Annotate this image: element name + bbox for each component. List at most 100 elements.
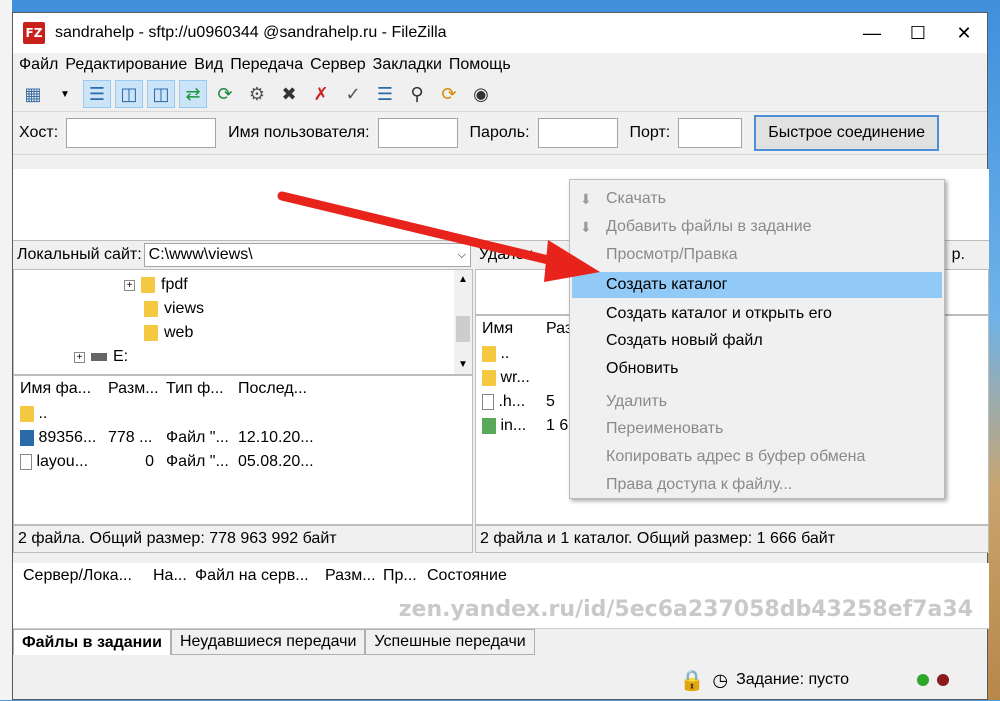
- toggle-remote-tree-icon[interactable]: ◫: [147, 80, 175, 108]
- menu-item: Копировать адрес в буфер обмена: [572, 444, 942, 470]
- menu-item-label: Обновить: [606, 360, 679, 377]
- menu-item: Просмотр/Правка: [572, 242, 942, 268]
- column-modified[interactable]: Послед...: [232, 380, 322, 398]
- search-icon[interactable]: ⚲: [403, 80, 431, 108]
- refresh-icon[interactable]: ⟳: [211, 80, 239, 108]
- title-bar[interactable]: FZ sandrahelp - sftp://u0960344 @sandrah…: [13, 13, 987, 53]
- menu-item: ⬇ Добавить файлы в задание: [572, 214, 942, 240]
- menu-server[interactable]: Сервер: [310, 56, 365, 74]
- menu-bookmarks[interactable]: Закладки: [373, 56, 442, 74]
- tree-item-drive-e[interactable]: + E:: [74, 346, 128, 368]
- scroll-down-icon[interactable]: ▼: [454, 359, 472, 370]
- file-type: Файл "...: [166, 429, 229, 446]
- menu-file[interactable]: Файл: [19, 56, 58, 74]
- process-queue-icon[interactable]: ⚙: [243, 80, 271, 108]
- menu-item: Переименовать: [572, 416, 942, 442]
- menu-item[interactable]: Обновить: [572, 356, 942, 382]
- remote-site-label: Удален: [479, 246, 534, 263]
- column-type[interactable]: Тип ф...: [160, 380, 232, 398]
- sync-browsing-icon[interactable]: ⟳: [435, 80, 463, 108]
- port-input[interactable]: [678, 118, 743, 148]
- scroll-up-icon[interactable]: ▲: [454, 274, 472, 285]
- filezilla-window: FZ sandrahelp - sftp://u0960344 @sandrah…: [12, 12, 989, 701]
- column-size[interactable]: Разм...: [319, 567, 377, 585]
- site-manager-icon[interactable]: ▦: [19, 80, 47, 108]
- close-button[interactable]: ✕: [941, 13, 987, 53]
- dropdown-arrow-icon[interactable]: ▼: [51, 80, 79, 108]
- file-name: 89356...: [38, 429, 97, 446]
- desktop-left-edge: [0, 0, 12, 700]
- host-label: Хост:: [19, 124, 59, 141]
- toggle-queue-icon[interactable]: ⇄: [179, 80, 207, 108]
- tab-successful-transfers[interactable]: Успешные передачи: [365, 629, 535, 655]
- quickconnect-button[interactable]: Быстрое соединение: [754, 115, 940, 151]
- file-name: in...: [500, 417, 527, 434]
- menu-item-label: Создать каталог: [606, 276, 728, 293]
- scrollbar-thumb[interactable]: [456, 316, 470, 342]
- local-pane: Локальный сайт: C:\www\views\ ⌵ + fpdf v…: [13, 241, 473, 553]
- local-path-combo[interactable]: C:\www\views\ ⌵: [143, 243, 471, 267]
- tab-queued-files[interactable]: Файлы в задании: [13, 629, 171, 655]
- menu-help[interactable]: Помощь: [449, 56, 511, 74]
- table-row[interactable]: layou... 0 Файл "... 05.08.20...: [14, 450, 472, 474]
- column-status[interactable]: Состояние: [421, 567, 531, 585]
- column-name[interactable]: Имя: [476, 320, 540, 338]
- username-input[interactable]: [377, 118, 458, 148]
- binoculars-icon[interactable]: ◉: [467, 80, 495, 108]
- table-row[interactable]: ..: [14, 402, 472, 426]
- disconnect-icon[interactable]: ✗: [307, 80, 335, 108]
- expand-icon[interactable]: +: [74, 351, 85, 363]
- local-tree-scrollbar[interactable]: ▲ ▼: [454, 270, 472, 374]
- tree-item-views[interactable]: views: [144, 298, 204, 320]
- queue-header: Сервер/Лока... На... Файл на серв... Раз…: [13, 563, 989, 589]
- minimize-button[interactable]: —: [849, 13, 895, 53]
- activity-red-icon: [937, 674, 949, 686]
- menu-item[interactable]: Создать новый файл: [572, 328, 942, 354]
- file-size: 5: [546, 393, 555, 410]
- file-size: 778 ...: [108, 429, 153, 446]
- window-title: sandrahelp - sftp://u0960344 @sandrahelp…: [55, 24, 447, 41]
- local-status: 2 файла. Общий размер: 778 963 992 байт: [13, 525, 473, 553]
- directory-listing-filters-icon[interactable]: ☰: [371, 80, 399, 108]
- menu-item-label: Создать новый файл: [606, 332, 763, 349]
- menu-item-label: Копировать адрес в буфер обмена: [606, 448, 866, 465]
- folder-icon: [141, 277, 155, 293]
- tree-item-fpdf[interactable]: + fpdf: [124, 274, 188, 296]
- column-server-local[interactable]: Сервер/Лока...: [17, 567, 147, 585]
- local-site-label: Локальный сайт:: [17, 246, 142, 263]
- folder-icon: [20, 405, 34, 422]
- menu-item: Права доступа к файлу...: [572, 472, 942, 498]
- column-direction[interactable]: На...: [147, 567, 189, 585]
- remote-status: 2 файла и 1 каталог. Общий размер: 1 666…: [475, 525, 989, 553]
- column-remote-file[interactable]: Файл на серв...: [189, 567, 319, 585]
- expand-icon[interactable]: +: [124, 279, 135, 291]
- menu-item: ⬇ Скачать: [572, 186, 942, 212]
- column-priority[interactable]: Пр...: [377, 567, 421, 585]
- host-input[interactable]: [66, 118, 217, 148]
- maximize-button[interactable]: ☐: [895, 13, 941, 53]
- local-directory-tree: + fpdf views web + E: ▲ ▼: [13, 269, 473, 375]
- file-size: 1 6: [546, 417, 569, 434]
- tab-failed-transfers[interactable]: Неудавшиеся передачи: [170, 629, 366, 655]
- status-bar: 🔒 ◷ Задание: пусто: [13, 659, 989, 701]
- add-queue-icon: ⬇: [580, 219, 592, 235]
- column-name[interactable]: Имя фа...: [14, 380, 102, 398]
- toggle-local-tree-icon[interactable]: ◫: [115, 80, 143, 108]
- file-icon: [20, 453, 32, 470]
- quickconnect-bar: Хост: Имя пользователя: Пароль: Порт: Бы…: [13, 111, 987, 155]
- column-size[interactable]: Разм...: [102, 380, 160, 398]
- speed-limit-icon[interactable]: ◷: [712, 670, 728, 691]
- local-path-value: C:\www\views\: [148, 246, 253, 263]
- tree-item-label: fpdf: [161, 276, 188, 293]
- password-input[interactable]: [537, 118, 618, 148]
- menu-edit[interactable]: Редактирование: [65, 56, 187, 74]
- menu-transfer[interactable]: Передача: [230, 56, 303, 74]
- reconnect-icon[interactable]: ✓: [339, 80, 367, 108]
- cancel-icon[interactable]: ✖: [275, 80, 303, 108]
- menu-item[interactable]: Создать каталог: [572, 272, 942, 298]
- menu-view[interactable]: Вид: [194, 56, 223, 74]
- toggle-log-icon[interactable]: ☰: [83, 80, 111, 108]
- menu-item[interactable]: Создать каталог и открыть его: [572, 301, 942, 327]
- table-row[interactable]: 89356... 778 ... Файл "... 12.10.20...: [14, 426, 472, 450]
- tree-item-web[interactable]: web: [144, 322, 193, 344]
